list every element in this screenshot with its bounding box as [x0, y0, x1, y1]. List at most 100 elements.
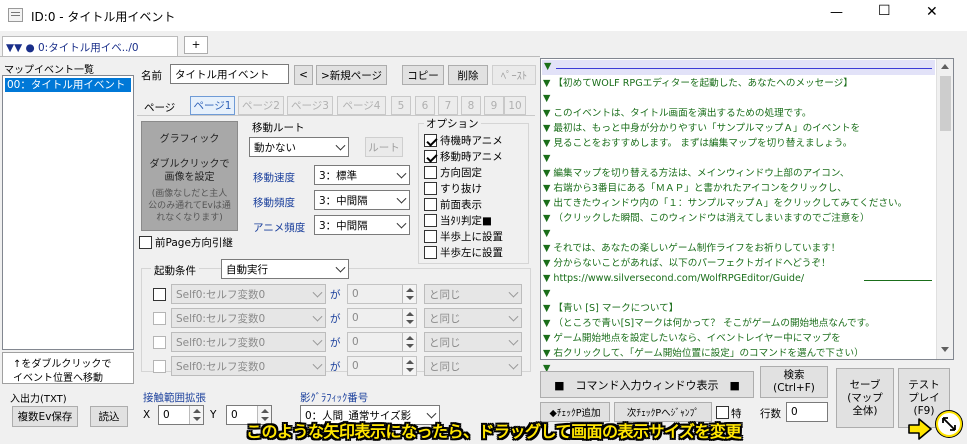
condition-compare-select[interactable]: と同じ: [424, 356, 522, 376]
condition-value-spinner[interactable]: [402, 309, 416, 327]
tab-page-9[interactable]: 9: [484, 96, 504, 115]
line-count-input[interactable]: 0: [786, 402, 828, 422]
option-checkbox[interactable]: [424, 198, 437, 211]
tab-page-8[interactable]: 8: [461, 96, 481, 115]
scroll-up-icon[interactable]: [941, 64, 949, 69]
script-line[interactable]: ▼ 分からないことがあれば、以下のパーフェクトガイドへどうぞ！: [543, 256, 935, 271]
condition-compare-select[interactable]: と同じ: [424, 332, 522, 352]
anim-freq-select[interactable]: 3：中間隔: [314, 215, 410, 235]
option-checkbox[interactable]: [424, 230, 437, 243]
tab-page-5[interactable]: 5: [391, 96, 411, 115]
paste-button[interactable]: ﾍﾟｰｽﾄ: [492, 65, 536, 85]
maximize-icon[interactable]: ☐: [878, 3, 891, 19]
condition-checkbox[interactable]: [153, 336, 166, 349]
condition-variable-select[interactable]: Self0:セルフ変数0: [171, 332, 326, 352]
prev-page-direction-checkbox[interactable]: [139, 236, 152, 249]
condition-value-spinner[interactable]: [402, 333, 416, 351]
condition-value-spinner[interactable]: [402, 285, 416, 303]
scroll-down-icon[interactable]: [941, 347, 949, 352]
copy-button[interactable]: コピー: [402, 65, 444, 85]
condition-variable-value: Self0:セルフ変数0: [176, 360, 266, 373]
condition-variable-select[interactable]: Self0:セルフ変数0: [171, 356, 326, 376]
condition-value: 0: [352, 360, 359, 372]
condition-value-spinner[interactable]: [402, 357, 416, 375]
event-name-input[interactable]: タイトル用イベント: [170, 64, 289, 84]
multi-ev-save-button[interactable]: 複数Ev保存: [12, 406, 78, 427]
prev-page-button[interactable]: <: [294, 65, 313, 85]
script-line[interactable]: ▼: [543, 151, 935, 166]
condition-checkbox[interactable]: [153, 312, 166, 325]
event-tab[interactable]: ▼▼ ● 0:タイトル用イベ../0: [2, 36, 178, 57]
script-line[interactable]: ▼ 見ることをおすすめします。 まずは編集マップを切り替えましょう。: [543, 136, 935, 151]
close-icon[interactable]: ✕: [926, 4, 938, 20]
script-line[interactable]: ▼ 出てきたウィンドウ内の「１：サンプルマップＡ」をクリックしてみてください。: [543, 196, 935, 211]
script-line[interactable]: ▼: [543, 286, 935, 301]
command-input-window-button[interactable]: ■ コマンド入力ウィンドウ表示 ■: [540, 371, 754, 398]
script-line[interactable]: ▼ このイベントは、タイトル画面を演出するための処理です。: [543, 106, 935, 121]
script-line[interactable]: ▼ 最初は、もっと中身が分かりやすい「サンプルマップＡ」のイベントを: [543, 121, 935, 136]
add-tab-button[interactable]: +: [184, 36, 208, 54]
scroll-thumb[interactable]: [940, 76, 951, 131]
condition-compare-select[interactable]: と同じ: [424, 284, 522, 304]
contact-x-input[interactable]: 0: [158, 405, 204, 425]
option-checkbox[interactable]: [424, 182, 437, 195]
script-scrollbar[interactable]: [936, 59, 953, 359]
option-checkbox[interactable]: [424, 214, 437, 227]
condition-checkbox[interactable]: [153, 360, 166, 373]
graphic-line-2: 画像を設定: [164, 172, 215, 183]
contact-x-spinner[interactable]: [189, 406, 203, 424]
condition-checkbox[interactable]: [153, 288, 166, 301]
delete-button[interactable]: 削除: [448, 65, 488, 85]
tab-page-1[interactable]: ページ1: [190, 96, 235, 115]
move-speed-select[interactable]: 3：標準: [314, 165, 410, 185]
script-line[interactable]: ▼: [543, 226, 935, 241]
condition-variable-select[interactable]: Self0:セルフ変数0: [171, 284, 326, 304]
tab-page-2[interactable]: ページ2: [238, 96, 284, 115]
script-line[interactable]: ▼ ゲーム開始地点を設定したいなら、イベントレイヤー中にマップを: [543, 331, 935, 346]
condition-value-input[interactable]: 0: [347, 332, 417, 352]
tab-page-6[interactable]: 6: [415, 96, 435, 115]
script-line[interactable]: ▼ （クリックした瞬間、このウィンドウは消えてしまいますのでご注意を）: [543, 211, 935, 226]
route-button[interactable]: ルート: [365, 137, 403, 157]
search-button[interactable]: 検索 (Ctrl+F): [760, 366, 828, 398]
option-checkbox[interactable]: [424, 246, 437, 259]
condition-value-input[interactable]: 0: [347, 356, 417, 376]
option-checkbox[interactable]: [424, 134, 437, 147]
map-event-list[interactable]: 00：タイトル用イベント: [2, 75, 134, 350]
script-separator: [864, 280, 932, 281]
graphic-box[interactable]: グラフィック ダブルクリックで 画像を設定 (画像なしだと主人 公のみ通れてEv…: [141, 121, 238, 231]
condition-value-input[interactable]: 0: [347, 284, 417, 304]
name-label: 名前: [141, 70, 162, 82]
minimize-icon[interactable]: —: [830, 5, 843, 20]
script-line[interactable]: ▼: [543, 91, 935, 106]
script-line[interactable]: ▼ https://www.silversecond.com/WolfRPGEd…: [543, 271, 935, 286]
script-line[interactable]: ▼ 右クリックして、「ゲーム開始位置に設定」のコマンドを選んで下さい）: [543, 346, 935, 361]
trigger-select[interactable]: 自動実行: [221, 259, 349, 279]
option-checkbox[interactable]: [424, 150, 437, 163]
condition-variable-select[interactable]: Self0:セルフ変数0: [171, 308, 326, 328]
move-route-select[interactable]: 動かない: [249, 137, 349, 157]
tab-page-4[interactable]: ページ4: [337, 96, 386, 115]
script-line[interactable]: ▼ 【青い [S] マークについて】: [543, 301, 935, 316]
load-button[interactable]: 読込: [90, 406, 128, 427]
script-line[interactable]: ▼ 右端から3番目にある「ＭＡＰ」と書かれたアイコンをクリックし、: [543, 181, 935, 196]
resize-cursor-icon[interactable]: [936, 411, 962, 437]
save-map-button[interactable]: セーブ (マップ 全体): [836, 368, 894, 428]
search-line-1: 検索: [783, 369, 805, 381]
condition-value-input[interactable]: 0: [347, 308, 417, 328]
list-item[interactable]: 00：タイトル用イベント: [5, 78, 131, 92]
script-line[interactable]: ▼ 【初めてWOLF RPGエディターを起動した、あなたへのメッセージ】: [543, 76, 935, 91]
option-checkbox[interactable]: [424, 166, 437, 179]
condition-compare-select[interactable]: と同じ: [424, 308, 522, 328]
tab-page-3[interactable]: ページ3: [287, 96, 333, 115]
option-label: 半歩上に設置: [440, 231, 503, 243]
option-label: 移動時アニメ: [440, 151, 503, 163]
script-line[interactable]: ▼ 編集マップを切り替える方法は、メインウィンドウ上部のアイコン、: [543, 166, 935, 181]
tab-page-10[interactable]: 10: [504, 96, 526, 115]
tab-page-7[interactable]: 7: [438, 96, 458, 115]
new-page-button[interactable]: >新規ページ: [316, 65, 387, 85]
anim-freq-label: アニメ頻度: [253, 222, 306, 234]
script-line[interactable]: ▼ （ところで青い[S]マークは何かって？ そこがゲームの開始地点なんです。: [543, 316, 935, 331]
script-line[interactable]: ▼ それでは、あなたの楽しいゲーム制作ライフをお祈りしています！: [543, 241, 935, 256]
move-freq-select[interactable]: 3：中間隔: [314, 190, 410, 210]
